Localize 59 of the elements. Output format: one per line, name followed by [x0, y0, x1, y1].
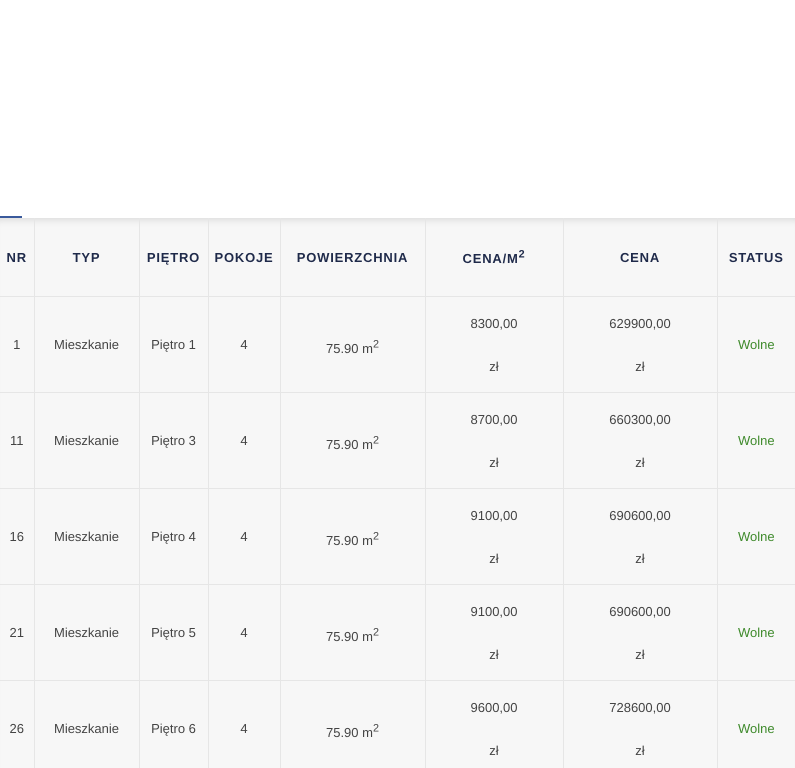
column-header: POWIERZCHNIA: [296, 250, 408, 264]
table-cell: Piętro 4: [151, 529, 196, 544]
table-cell: Piętro 1: [151, 337, 196, 352]
price-value: 690600,00: [609, 508, 671, 522]
status-label: Wolne: [738, 625, 775, 640]
column-header: STATUS: [728, 250, 784, 264]
table-cell: 75.90 m$^{2}$: [326, 533, 379, 548]
column-header: TYP: [72, 250, 100, 264]
tab-indicator: [0, 216, 22, 218]
price-value: 9600,00: [470, 700, 518, 714]
status-label: Wolne: [738, 529, 775, 544]
table-cell: 26: [10, 721, 24, 736]
price-value: 728600,00: [609, 700, 671, 714]
table-cell: 75.90 m$^{2}$: [326, 341, 379, 356]
price-value: 9100,00: [470, 508, 518, 522]
price-value: 8700,00: [470, 412, 518, 426]
table-cell: 4: [240, 529, 248, 544]
table-cell: Mieszkanie: [54, 433, 120, 448]
table-cell: 16: [10, 529, 24, 544]
table-cell: 4: [240, 721, 248, 736]
price-value: 9100,00: [470, 604, 518, 618]
currency-label: zł: [489, 742, 499, 758]
table-cell: 4: [240, 625, 248, 640]
status-label: Wolne: [738, 337, 775, 352]
price-value: 660300,00: [609, 412, 671, 426]
table-cell: 75.90 m$^{2}$: [326, 437, 379, 452]
price-value: 690600,00: [609, 604, 671, 618]
currency-label: zł: [635, 454, 645, 470]
column-header: POKOJE: [214, 250, 274, 264]
status-label: Wolne: [738, 433, 775, 448]
column-header: PIĘTRO: [146, 250, 200, 264]
currency-label: zł: [489, 454, 499, 470]
table-cell: 11: [10, 433, 24, 448]
table-cell: Piętro 6: [151, 721, 196, 736]
table-cell: Piętro 3: [151, 433, 196, 448]
currency-label: zł: [489, 646, 499, 662]
table-cell: 4: [240, 433, 248, 448]
currency-label: zł: [635, 646, 645, 662]
currency-label: zł: [635, 358, 645, 374]
table-cell: Mieszkanie: [54, 625, 120, 640]
column-header: NR: [6, 250, 27, 264]
table-cell: Mieszkanie: [54, 721, 120, 736]
column-header: CENA: [620, 250, 660, 264]
price-value: 8300,00: [470, 316, 518, 330]
currency-label: zł: [489, 550, 499, 566]
table-cell: Mieszkanie: [54, 529, 120, 544]
column-header: CENA/M$^{2}$: [462, 250, 526, 266]
currency-label: zł: [635, 550, 645, 566]
table-cell: Mieszkanie: [54, 337, 120, 352]
status-label: Wolne: [738, 721, 775, 736]
table-cell: 4: [240, 337, 248, 352]
table-cell: 75.90 m$^{2}$: [326, 725, 379, 740]
price-value: 629900,00: [609, 316, 671, 330]
table-cell: Piętro 5: [151, 625, 196, 640]
table-cell: 1: [13, 337, 20, 352]
currency-label: zł: [635, 742, 645, 758]
table-cell: 21: [10, 625, 24, 640]
currency-label: zł: [489, 358, 499, 374]
table-cell: 75.90 m$^{2}$: [326, 629, 379, 644]
